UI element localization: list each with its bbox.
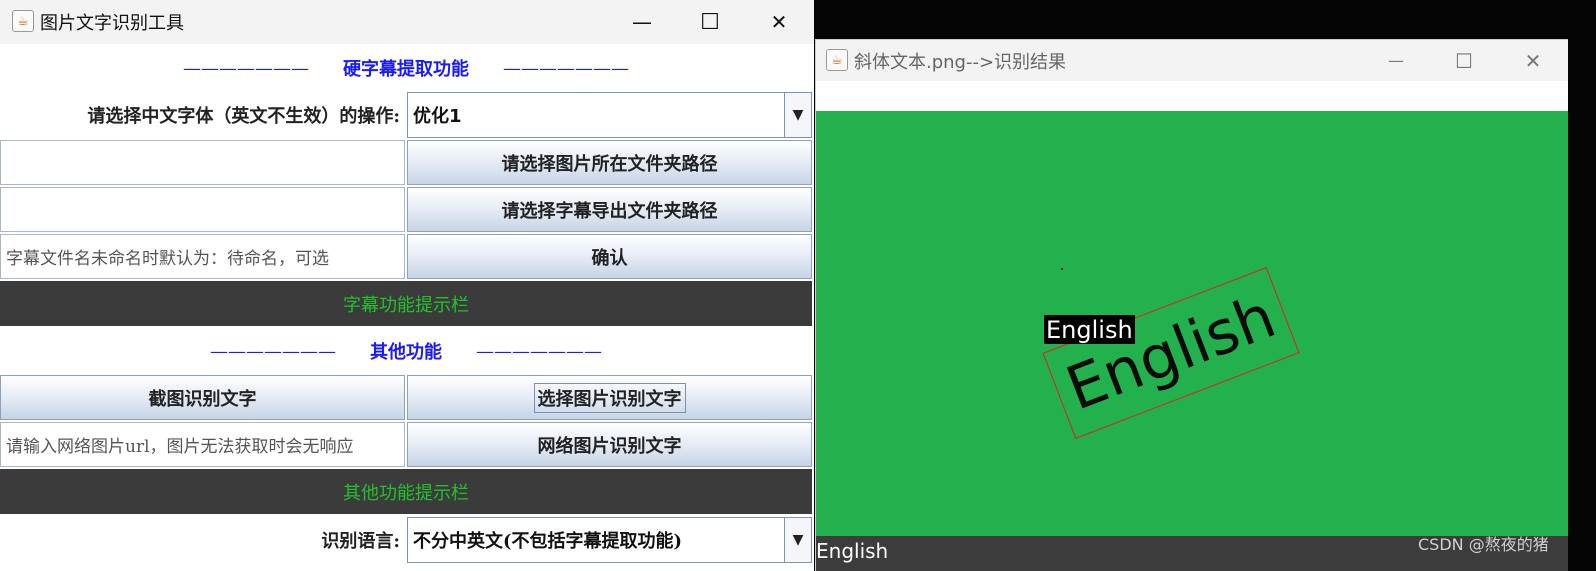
- maximize-button[interactable]: ☐: [680, 0, 740, 44]
- close-icon: ✕: [770, 10, 788, 34]
- select-image-ocr-label: 选择图片识别文字: [533, 382, 686, 413]
- chevron-down-icon: ▼: [792, 107, 804, 123]
- other-section-header: ——————— 其他功能 ———————: [0, 330, 812, 372]
- watermark: CSDN @熬夜的猪: [1418, 535, 1549, 554]
- main-title-bar: ☕ 图片文字识别工具 — ☐ ✕: [0, 0, 814, 44]
- subtitle-section-header: ——————— 硬字幕提取功能 ———————: [0, 48, 812, 88]
- detected-text-label: English: [1044, 315, 1135, 344]
- close-button[interactable]: ✕: [749, 0, 809, 44]
- dash-left: ———————: [183, 57, 309, 79]
- language-select[interactable]: 不分中英文(不包括字幕提取功能): [407, 517, 785, 563]
- main-window: ☕ 图片文字识别工具 — ☐ ✕ ——————— 硬字幕提取功能 ———————…: [0, 0, 814, 571]
- select-image-ocr-button[interactable]: 选择图片识别文字: [407, 375, 812, 420]
- subtitle-section-title: 硬字幕提取功能: [343, 59, 469, 80]
- image-english-text: English: [1057, 281, 1285, 425]
- image-url-input[interactable]: 请输入网络图片url，图片无法获取时会无响应: [0, 422, 405, 467]
- maximize-icon: ☐: [1455, 48, 1473, 73]
- maximize-icon: ☐: [700, 9, 720, 35]
- noise-dot: [1061, 268, 1063, 270]
- confirm-button[interactable]: 确认: [407, 234, 812, 279]
- maximize-button[interactable]: ☐: [1434, 40, 1494, 81]
- java-app-icon: ☕: [826, 49, 848, 71]
- result-window: ☕ 斜体文本.png-->识别结果 — ☐ ✕ English English …: [815, 39, 1568, 571]
- language-dropdown[interactable]: ▼: [784, 517, 812, 563]
- java-app-icon: ☕: [12, 10, 34, 32]
- screenshot-ocr-button[interactable]: 截图识别文字: [0, 375, 405, 420]
- minimize-button[interactable]: —: [612, 0, 672, 44]
- language-label: 识别语言:: [321, 531, 400, 552]
- subtitle-hint-bar: 字幕功能提示栏: [0, 281, 812, 326]
- minimize-icon: —: [632, 10, 652, 34]
- close-icon: ✕: [1524, 48, 1542, 73]
- export-folder-path-field[interactable]: [0, 187, 405, 232]
- other-hint-bar: 其他功能提示栏: [0, 469, 812, 514]
- font-option-label: 请选择中文字体（英文不生效）的操作:: [87, 106, 400, 127]
- chevron-down-icon: ▼: [792, 532, 804, 548]
- dash-right: ———————: [503, 57, 629, 79]
- result-window-title: 斜体文本.png-->识别结果: [854, 51, 1067, 73]
- main-window-title: 图片文字识别工具: [40, 13, 184, 34]
- font-option-select[interactable]: 优化1: [407, 92, 785, 138]
- minimize-button[interactable]: —: [1366, 40, 1426, 81]
- language-value: 不分中英文(不包括字幕提取功能): [413, 531, 683, 552]
- select-image-folder-button[interactable]: 请选择图片所在文件夹路径: [407, 140, 812, 185]
- url-image-ocr-button[interactable]: 网络图片识别文字: [407, 422, 812, 467]
- other-section-title: 其他功能: [370, 342, 442, 363]
- recognized-result-text: English: [816, 539, 889, 563]
- font-option-value: 优化1: [413, 106, 462, 127]
- detection-box: English: [1042, 267, 1300, 439]
- image-folder-path-field[interactable]: [0, 140, 405, 185]
- result-image-canvas: English English: [816, 111, 1568, 537]
- font-option-dropdown[interactable]: ▼: [784, 92, 812, 138]
- minimize-icon: —: [1388, 51, 1404, 70]
- subtitle-filename-input[interactable]: 字幕文件名未命名时默认为：待命名，可选: [0, 234, 405, 279]
- dash-left: ———————: [210, 340, 336, 362]
- select-export-folder-button[interactable]: 请选择字幕导出文件夹路径: [407, 187, 812, 232]
- dash-right: ———————: [476, 340, 602, 362]
- close-button[interactable]: ✕: [1503, 40, 1563, 81]
- result-title-bar: ☕ 斜体文本.png-->识别结果 — ☐ ✕: [816, 40, 1568, 81]
